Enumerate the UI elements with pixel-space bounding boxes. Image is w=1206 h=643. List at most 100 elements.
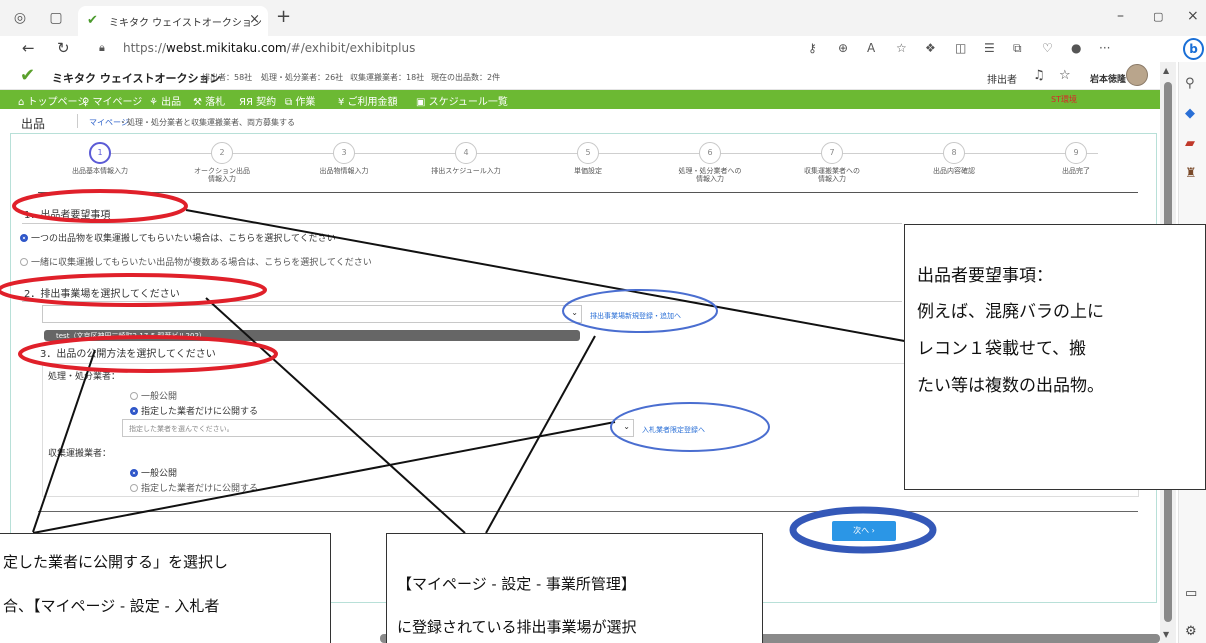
callout3-line1: 【マイページ - 設定 - 事業所管理】: [397, 575, 636, 593]
nav-fees[interactable]: ¥ ご利用金額: [338, 93, 398, 108]
browser-tab[interactable]: ✔ ミキタク ウェイストオークション ×: [78, 6, 268, 36]
scroll-up-icon[interactable]: ▲: [1163, 66, 1169, 75]
callout-designated: 定した業者に公開する」を選択し 合、【マイページ - 設定 - 入札者: [0, 533, 331, 643]
nav-schedule[interactable]: ▣ スケジュール一覧: [416, 93, 508, 108]
restore-icon[interactable]: ▢: [1153, 10, 1163, 23]
step-8: 8 出品内容確認: [894, 142, 1014, 175]
vendor-select[interactable]: 指定した業者を選んでください。 ⌄: [122, 419, 634, 437]
radio-dot: [130, 484, 138, 492]
collections-icon[interactable]: ⧉: [1013, 41, 1022, 56]
section1-title: 1．出品者要望事項: [24, 210, 111, 221]
extension-icon[interactable]: ❖: [925, 41, 936, 55]
user-avatar[interactable]: [1126, 64, 1148, 86]
step-7: 7 収集運搬業者への 情報入力: [772, 142, 892, 183]
collector-label: 収集運搬業者：: [48, 449, 112, 459]
favorites-star-icon[interactable]: ☆: [1059, 68, 1071, 83]
workspaces-icon[interactable]: ◎: [10, 8, 30, 28]
env-label: ST環境: [1051, 95, 1077, 104]
section1-rule: [22, 223, 902, 224]
split-screen-icon[interactable]: ◫: [955, 41, 966, 55]
section3-title: 3．出品の公開方法を選択してください: [40, 349, 216, 360]
more-menu-icon[interactable]: ···: [1099, 41, 1110, 55]
callout2-line2: 合、【マイページ - 設定 - 入札者: [3, 597, 220, 615]
key-icon[interactable]: ⚷: [808, 41, 817, 55]
step-5: 5 単価設定: [528, 142, 648, 175]
callout3-line2: に登録されている排出事業場が選択: [397, 618, 637, 636]
settings-gear-icon[interactable]: ⚙: [1185, 624, 1197, 639]
radio-dot: [20, 234, 28, 242]
site-select[interactable]: ⌄: [42, 305, 582, 323]
radio-dot: [130, 392, 138, 400]
tab-actions-icon[interactable]: ▢: [46, 8, 66, 28]
breadcrumb-current: ・処理・処分業者と収集運搬業者、両方募集する: [119, 118, 295, 127]
stat-listings: 現在の出品数：2件: [431, 73, 501, 82]
chevron-down-icon: ⌄: [623, 422, 630, 431]
favorite-star-icon[interactable]: ☆: [896, 41, 907, 55]
callout2-line1: 定した業者に公開する」を選択し: [3, 553, 229, 571]
next-button[interactable]: 次へ ›: [832, 521, 896, 541]
refresh-icon[interactable]: ↻: [57, 39, 70, 57]
steps-divider: [38, 192, 1138, 193]
new-tab-icon[interactable]: +: [276, 6, 291, 27]
nav-contract[interactable]: ЯЯ 契約: [239, 93, 276, 108]
callout-requests: 出品者要望事項： 例えば、混廃バラの上に レコン１袋載せて、搬 たい等は複数の出…: [904, 224, 1206, 490]
stat-dischargers: 排出者：58社: [202, 73, 253, 82]
radio-dot: [130, 469, 138, 477]
collector-public-radio[interactable]: 一般公開: [130, 466, 177, 479]
read-aloud-icon[interactable]: A: [867, 41, 875, 55]
tab-close-icon[interactable]: ×: [249, 12, 260, 27]
mikitaku-logo[interactable]: ✔: [20, 65, 35, 86]
back-icon[interactable]: ←: [22, 39, 35, 57]
site-dropdown-option[interactable]: test（文京区神田三崎町2-17-5 稲葉ビル202）: [44, 330, 580, 341]
search-icon[interactable]: ⚲: [1185, 76, 1195, 91]
notification-bell-icon[interactable]: ♫: [1033, 68, 1045, 83]
url-field[interactable]: 🔒︎ https://webst.mikitaku.com/#/exhibit/…: [95, 38, 655, 60]
sidebar-toggle-icon[interactable]: ▭: [1185, 586, 1197, 601]
step-1: 1 出品基本情報入力: [40, 142, 160, 175]
processor-label: 処理・処分業者：: [48, 372, 121, 382]
scroll-down-icon[interactable]: ▼: [1163, 630, 1169, 639]
nav-award[interactable]: ⚒ 落札: [193, 93, 225, 108]
briefcase-icon[interactable]: ▰: [1185, 136, 1195, 151]
zoom-icon[interactable]: ⊕: [838, 41, 848, 55]
site-header: ✔ ミキタク ウェイストオークション 排出者：58社 処理・処分業者：26社 収…: [0, 62, 1160, 90]
breadcrumb: 出品 マイページ ・処理・処分業者と収集運搬業者、両方募集する: [0, 110, 1160, 132]
performance-icon[interactable]: ♡: [1042, 41, 1053, 55]
callout1-line1: 出品者要望事項：: [917, 266, 1053, 286]
nav-top[interactable]: ⌂ トップページ: [18, 93, 87, 108]
lock-icon: 🔒︎: [99, 41, 105, 54]
site-favicon: ✔: [87, 13, 98, 28]
stat-collectors: 収集運搬業者：18社: [350, 73, 425, 82]
favorites-list-icon[interactable]: ☰: [984, 41, 995, 55]
form-bottom-divider: [38, 511, 1138, 512]
profile-icon[interactable]: ●: [1071, 41, 1081, 55]
nav-mypage[interactable]: ♀ マイページ: [82, 93, 142, 108]
nav-work[interactable]: ⧉ 作業: [285, 93, 315, 108]
chess-icon[interactable]: ♜: [1185, 166, 1197, 181]
section2-title: 2．排出事業場を選択してください: [24, 289, 180, 300]
step-6: 6 処理・処分業者への 情報入力: [650, 142, 770, 183]
nav-exhibit[interactable]: ⚘ 出品: [149, 93, 181, 108]
step-3: 3 出品物情報入力: [284, 142, 404, 175]
callout1-line2: 例えば、混廃バラの上に: [917, 302, 1104, 322]
radio-multiple-items[interactable]: 一緒に収集運搬してもらいたい出品物が複数ある場合は、こちらを選択してください: [20, 255, 372, 268]
tag-icon[interactable]: ◆: [1185, 106, 1195, 121]
minimize-icon[interactable]: –: [1117, 8, 1124, 24]
processor-public-radio[interactable]: 一般公開: [130, 389, 177, 402]
vendor-limit-link[interactable]: 入札業者限定登録へ: [642, 425, 705, 435]
callout-site-management: 【マイページ - 設定 - 事業所管理】 に登録されている排出事業場が選択: [386, 533, 763, 643]
user-name[interactable]: 岩本徳隆: [1090, 72, 1126, 85]
bing-copilot-icon[interactable]: b: [1183, 38, 1204, 60]
add-site-link[interactable]: 排出事業場新規登録・追加へ: [590, 311, 681, 321]
radio-single-item[interactable]: 一つの出品物を収集運搬してもらいたい場合は、こちらを選択してください: [20, 231, 336, 244]
site-brand: ミキタク ウェイストオークション: [52, 72, 221, 85]
page-title: 出品: [21, 117, 46, 131]
collector-designated-radio[interactable]: 指定した業者だけに公開する: [130, 481, 258, 494]
processor-designated-radio[interactable]: 指定した業者だけに公開する: [130, 404, 258, 417]
step-4: 4 排出スケジュール入力: [406, 142, 526, 175]
chevron-down-icon: ⌄: [571, 308, 578, 317]
breadcrumb-separator: [77, 114, 78, 128]
step-2: 2 オークション出品 情報入力: [162, 142, 282, 183]
window-close-icon[interactable]: ×: [1187, 8, 1199, 24]
step-9: 9 出品完了: [1016, 142, 1136, 175]
